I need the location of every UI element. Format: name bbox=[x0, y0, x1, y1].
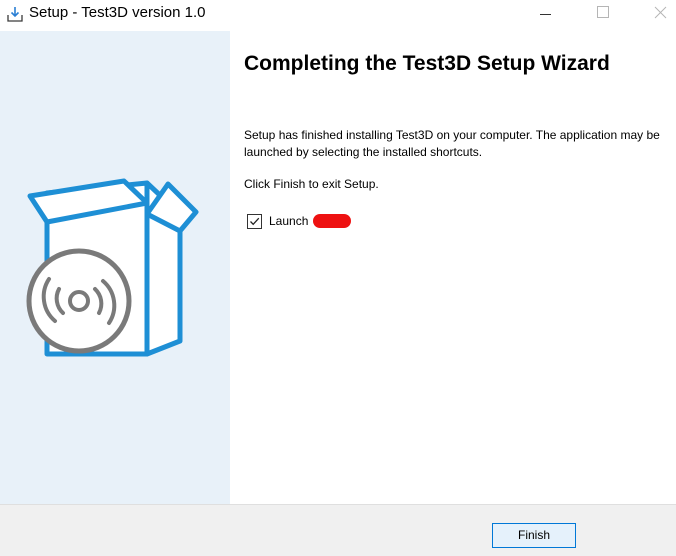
page-title: Completing the Test3D Setup Wizard bbox=[244, 52, 610, 75]
close-button[interactable] bbox=[636, 0, 676, 28]
checkmark-icon bbox=[250, 217, 260, 226]
install-complete-message: Setup has finished installing Test3D on … bbox=[244, 128, 660, 159]
title-bar[interactable]: Setup - Test3D version 1.0 bbox=[0, 0, 676, 31]
launch-checkbox-label[interactable]: Launch bbox=[269, 214, 308, 228]
wizard-banner bbox=[0, 31, 230, 504]
minimize-button[interactable] bbox=[522, 0, 568, 28]
installer-download-icon bbox=[6, 5, 24, 23]
button-bar: Finish bbox=[0, 504, 676, 556]
launch-checkbox[interactable] bbox=[247, 214, 262, 229]
maximize-button[interactable] bbox=[579, 0, 625, 28]
setup-wizard-window: Setup - Test3D version 1.0 Completing th… bbox=[0, 0, 676, 556]
exit-instruction: Click Finish to exit Setup. bbox=[244, 177, 379, 191]
finish-button[interactable]: Finish bbox=[492, 523, 576, 548]
window-title: Setup - Test3D version 1.0 bbox=[29, 4, 206, 21]
redaction-mark bbox=[313, 214, 351, 228]
